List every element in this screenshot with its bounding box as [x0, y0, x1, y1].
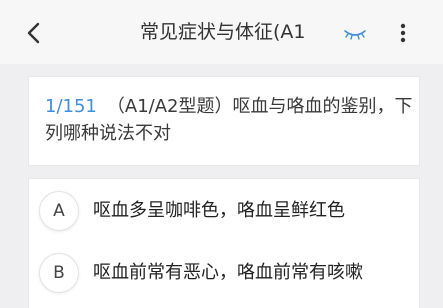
page-title: 常见症状与体征(A1 — [140, 21, 306, 43]
app-screen: 常见症状与体征(A1 1/151 （A1/A2型题）呕血与咯血的鉴别，下列哪种说法… — [0, 0, 443, 308]
option-text: 呕血前常有恶心，咯血前常有咳嗽 — [93, 262, 363, 283]
question-text: 1/151 （A1/A2型题）呕血与咯血的鉴别，下列哪种说法不对 — [45, 93, 415, 147]
option-text: 呕血多呈咖啡色，咯血呈鲜红色 — [93, 200, 345, 221]
eye-toggle-button[interactable] — [344, 26, 366, 40]
option-a[interactable]: A 呕血多呈咖啡色，咯血呈鲜红色 — [39, 191, 409, 235]
question-card: 1/151 （A1/A2型题）呕血与咯血的鉴别，下列哪种说法不对 — [28, 76, 420, 166]
option-b[interactable]: B 呕血前常有恶心，咯血前常有咳嗽 — [39, 253, 409, 297]
options-card: A 呕血多呈咖啡色，咯血呈鲜红色 B 呕血前常有恶心，咯血前常有咳嗽 — [28, 178, 420, 308]
question-index: 1/151 — [45, 96, 97, 117]
question-stem: （A1/A2型题）呕血与咯血的鉴别，下列哪种说法不对 — [45, 96, 413, 144]
chevron-left-icon — [27, 22, 40, 44]
back-button[interactable] — [22, 20, 44, 46]
more-options-button[interactable] — [395, 20, 411, 46]
vertical-dots-icon — [400, 23, 406, 43]
option-letter-badge: B — [39, 253, 79, 293]
option-letter-badge: A — [39, 191, 79, 231]
eye-closed-icon — [344, 30, 366, 40]
top-navigation-bar: 常见症状与体征(A1 — [0, 0, 443, 64]
